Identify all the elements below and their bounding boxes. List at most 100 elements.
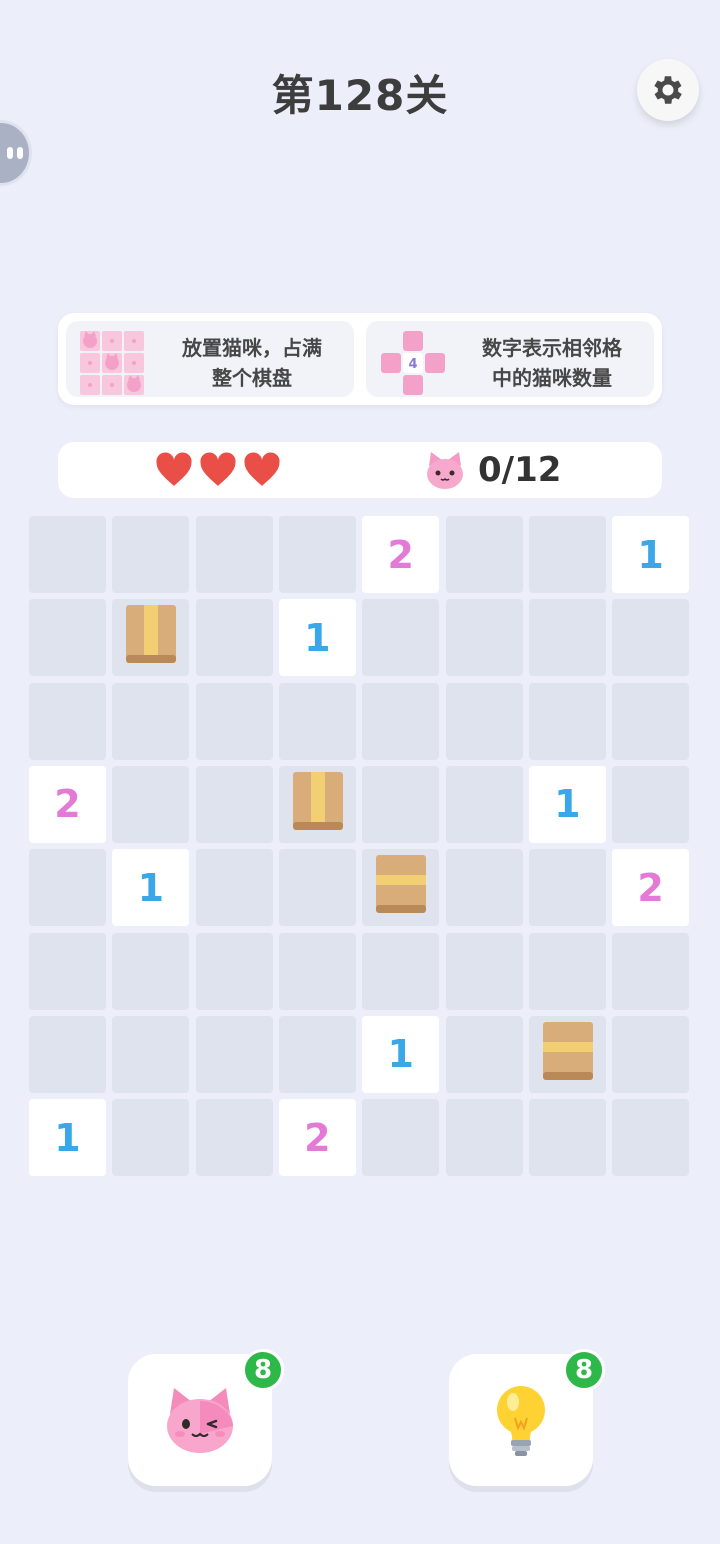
board-cell-box bbox=[278, 765, 356, 843]
board-cell-empty[interactable] bbox=[195, 1099, 273, 1177]
box-icon bbox=[126, 605, 177, 664]
board-cell-empty[interactable] bbox=[445, 1099, 523, 1177]
board-cell-empty[interactable] bbox=[612, 1099, 690, 1177]
settings-button[interactable] bbox=[637, 59, 699, 121]
game-board: 2112112112 bbox=[29, 516, 693, 1180]
rule-line: 中的猫咪数量 bbox=[492, 366, 612, 390]
lives bbox=[155, 452, 281, 488]
board-cell-empty[interactable] bbox=[612, 599, 690, 677]
board-cell-empty[interactable] bbox=[112, 765, 190, 843]
board-cell-clue: 1 bbox=[362, 1015, 440, 1093]
board-cell-empty[interactable] bbox=[612, 1015, 690, 1093]
rule-line: 数字表示相邻格 bbox=[482, 336, 622, 360]
board-cell-empty[interactable] bbox=[278, 932, 356, 1010]
neighbor-count-illustration: 4 bbox=[381, 331, 445, 395]
cat-tool-button[interactable]: 8 bbox=[128, 1349, 284, 1486]
board-cell-empty[interactable] bbox=[112, 1099, 190, 1177]
board-cell-clue: 1 bbox=[612, 516, 690, 593]
gear-icon bbox=[654, 76, 682, 104]
board-cell-clue: 2 bbox=[362, 516, 440, 593]
board-cell-clue: 1 bbox=[29, 1099, 106, 1177]
hint-tool-button[interactable]: 8 bbox=[449, 1349, 605, 1486]
board-cell-empty[interactable] bbox=[445, 765, 523, 843]
rule-example-number: 4 bbox=[408, 357, 417, 372]
box-icon bbox=[292, 771, 343, 830]
box-icon bbox=[376, 855, 427, 914]
board-cell-empty[interactable] bbox=[29, 682, 106, 760]
cat-tool-count-badge: 8 bbox=[242, 1349, 284, 1391]
floating-assistant-button[interactable] bbox=[0, 120, 32, 186]
board-cell-empty[interactable] bbox=[528, 932, 606, 1010]
board-cell-empty[interactable] bbox=[195, 599, 273, 677]
level-title: 第128关 bbox=[271, 71, 449, 120]
board-cell-empty[interactable] bbox=[29, 516, 106, 593]
board-cell-empty[interactable] bbox=[278, 682, 356, 760]
board-cell-empty[interactable] bbox=[195, 849, 273, 927]
board-cell-clue: 2 bbox=[29, 765, 106, 843]
board-cell-empty[interactable] bbox=[612, 765, 690, 843]
status-bar: 0/12 bbox=[58, 442, 662, 498]
cat-counter: 0/12 bbox=[424, 450, 561, 490]
board-cell-empty[interactable] bbox=[362, 932, 440, 1010]
board-cell-empty[interactable] bbox=[362, 599, 440, 677]
heart-icon bbox=[200, 452, 236, 486]
board-cell-empty[interactable] bbox=[195, 932, 273, 1010]
board-cell-empty[interactable] bbox=[112, 682, 190, 760]
board-cell-empty[interactable] bbox=[195, 682, 273, 760]
rule-text: 放置猫咪，占满 整个棋盘 bbox=[162, 333, 342, 393]
board-cell-clue: 2 bbox=[278, 1099, 356, 1177]
board-cell-box bbox=[112, 599, 190, 677]
cat-face-icon bbox=[427, 452, 463, 489]
lightbulb-icon bbox=[497, 1386, 545, 1456]
bubble-eye bbox=[17, 147, 23, 159]
board-cell-empty[interactable] bbox=[445, 682, 523, 760]
board-cell-clue: 1 bbox=[278, 599, 356, 677]
board-cell-empty[interactable] bbox=[278, 516, 356, 593]
board-cell-clue: 2 bbox=[612, 849, 690, 927]
rules-panel: 放置猫咪，占满 整个棋盘 4 数字表示相邻格 中的猫咪数量 bbox=[58, 313, 662, 405]
winking-cat-icon bbox=[167, 1388, 233, 1453]
board-cell-empty[interactable] bbox=[528, 1099, 606, 1177]
board-cell-empty[interactable] bbox=[29, 849, 106, 927]
board-cell-empty[interactable] bbox=[445, 1015, 523, 1093]
cat-count-text: 0/12 bbox=[478, 450, 562, 490]
board-cell-empty[interactable] bbox=[278, 1015, 356, 1093]
hint-tool-count-badge: 8 bbox=[563, 1349, 605, 1391]
board-cell-empty[interactable] bbox=[445, 599, 523, 677]
board-cell-empty[interactable] bbox=[445, 932, 523, 1010]
board-cell-empty[interactable] bbox=[29, 599, 106, 677]
heart-icon bbox=[244, 452, 280, 486]
rule-number-neighbors: 4 数字表示相邻格 中的猫咪数量 bbox=[366, 321, 654, 397]
board-cell-empty[interactable] bbox=[445, 516, 523, 593]
board-cell-empty[interactable] bbox=[528, 516, 606, 593]
board-cell-empty[interactable] bbox=[362, 1099, 440, 1177]
board-cell-empty[interactable] bbox=[612, 682, 690, 760]
board-cell-box bbox=[528, 1015, 606, 1093]
board-cell-empty[interactable] bbox=[445, 849, 523, 927]
rule-line: 整个棋盘 bbox=[212, 366, 292, 390]
box-icon bbox=[542, 1021, 593, 1080]
rule-text: 数字表示相邻格 中的猫咪数量 bbox=[462, 333, 642, 393]
board-cell-empty[interactable] bbox=[278, 849, 356, 927]
board-cell-empty[interactable] bbox=[195, 765, 273, 843]
board-cell-empty[interactable] bbox=[112, 932, 190, 1010]
board-cell-empty[interactable] bbox=[112, 516, 190, 593]
board-cell-box bbox=[362, 849, 440, 927]
board-cell-empty[interactable] bbox=[29, 932, 106, 1010]
bubble-eye bbox=[7, 147, 13, 159]
rule-fill-board: 放置猫咪，占满 整个棋盘 bbox=[66, 321, 354, 397]
board-cell-clue: 1 bbox=[112, 849, 190, 927]
heart-icon bbox=[156, 452, 192, 486]
board-cell-empty[interactable] bbox=[112, 1015, 190, 1093]
board-cell-empty[interactable] bbox=[528, 849, 606, 927]
rule-line: 放置猫咪，占满 bbox=[182, 336, 322, 360]
board-cell-empty[interactable] bbox=[528, 682, 606, 760]
board-cell-empty[interactable] bbox=[362, 765, 440, 843]
board-cell-empty[interactable] bbox=[528, 599, 606, 677]
board-cell-empty[interactable] bbox=[195, 1015, 273, 1093]
board-cell-empty[interactable] bbox=[29, 1015, 106, 1093]
board-cell-empty[interactable] bbox=[195, 516, 273, 593]
fill-board-illustration bbox=[80, 331, 144, 395]
board-cell-empty[interactable] bbox=[612, 932, 690, 1010]
board-cell-empty[interactable] bbox=[362, 682, 440, 760]
